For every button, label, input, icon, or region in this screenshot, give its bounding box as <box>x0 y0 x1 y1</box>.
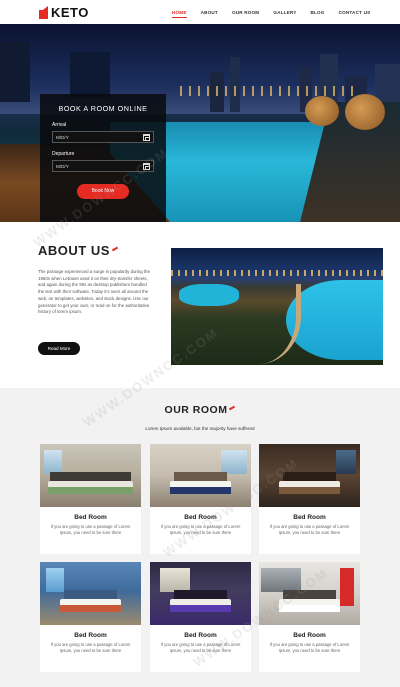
logo[interactable]: KETO <box>39 5 89 20</box>
room-card[interactable]: Bed Room If you are going to use a passa… <box>259 444 360 554</box>
room-photo <box>40 444 141 507</box>
room-name: Bed Room <box>74 632 107 639</box>
room-photo <box>150 562 251 625</box>
arrival-label: Arrival <box>52 122 67 128</box>
nav-item-blog[interactable]: BLOG <box>311 10 325 15</box>
nav-item-about[interactable]: ABOUT <box>201 10 218 15</box>
room-description: If you are going to use a passage of Lor… <box>269 642 350 653</box>
accent-tick-icon <box>111 246 118 251</box>
departure-label: Departure <box>52 151 75 157</box>
room-name: Bed Room <box>293 514 326 521</box>
accent-tick-icon <box>229 405 236 411</box>
room-description: If you are going to use a passage of Lor… <box>50 642 131 653</box>
room-photo <box>40 562 141 625</box>
main-nav: HOME ABOUT OUR ROOM GALLERY BLOG CONTACT… <box>172 0 384 24</box>
booking-title: BOOK A ROOM ONLINE <box>58 104 148 113</box>
read-more-button[interactable]: Read More <box>38 342 80 355</box>
nav-item-our-room[interactable]: OUR ROOM <box>232 10 259 15</box>
nav-item-gallery[interactable]: GALLERY <box>273 10 296 15</box>
about-heading: ABOUT US <box>38 243 118 258</box>
logo-text: KETO <box>51 5 89 20</box>
departure-date-value: M/D/Y <box>56 163 69 169</box>
nav-item-contact-us[interactable]: CONTACT US <box>339 10 371 15</box>
room-description: If you are going to use a passage of Lor… <box>50 524 131 535</box>
our-room-heading: OUR ROOM <box>0 404 400 416</box>
hero-banner: BOOK A ROOM ONLINE Arrival M/D/Y Departu… <box>0 24 400 222</box>
about-text: The passage experienced a surge in popul… <box>38 269 151 315</box>
our-room-subtitle: Lorem Ipsum available, but the majority … <box>145 426 255 431</box>
room-description: If you are going to use a passage of Lor… <box>269 524 350 535</box>
arrival-date-input[interactable]: M/D/Y <box>52 131 154 143</box>
room-card[interactable]: Bed Room If you are going to use a passa… <box>40 562 141 672</box>
arrival-date-value: M/D/Y <box>56 134 69 140</box>
room-card[interactable]: Bed Room If you are going to use a passa… <box>40 444 141 554</box>
about-title: ABOUT US <box>38 243 110 258</box>
page: KETO HOME ABOUT OUR ROOM GALLERY BLOG CO… <box>0 0 400 687</box>
room-name: Bed Room <box>74 514 107 521</box>
our-room-title: OUR ROOM <box>164 404 228 416</box>
nav-item-home[interactable]: HOME <box>172 10 187 18</box>
site-header: KETO HOME ABOUT OUR ROOM GALLERY BLOG CO… <box>0 0 400 24</box>
calendar-icon[interactable] <box>143 133 150 141</box>
logo-icon <box>39 6 49 19</box>
room-name: Bed Room <box>293 632 326 639</box>
